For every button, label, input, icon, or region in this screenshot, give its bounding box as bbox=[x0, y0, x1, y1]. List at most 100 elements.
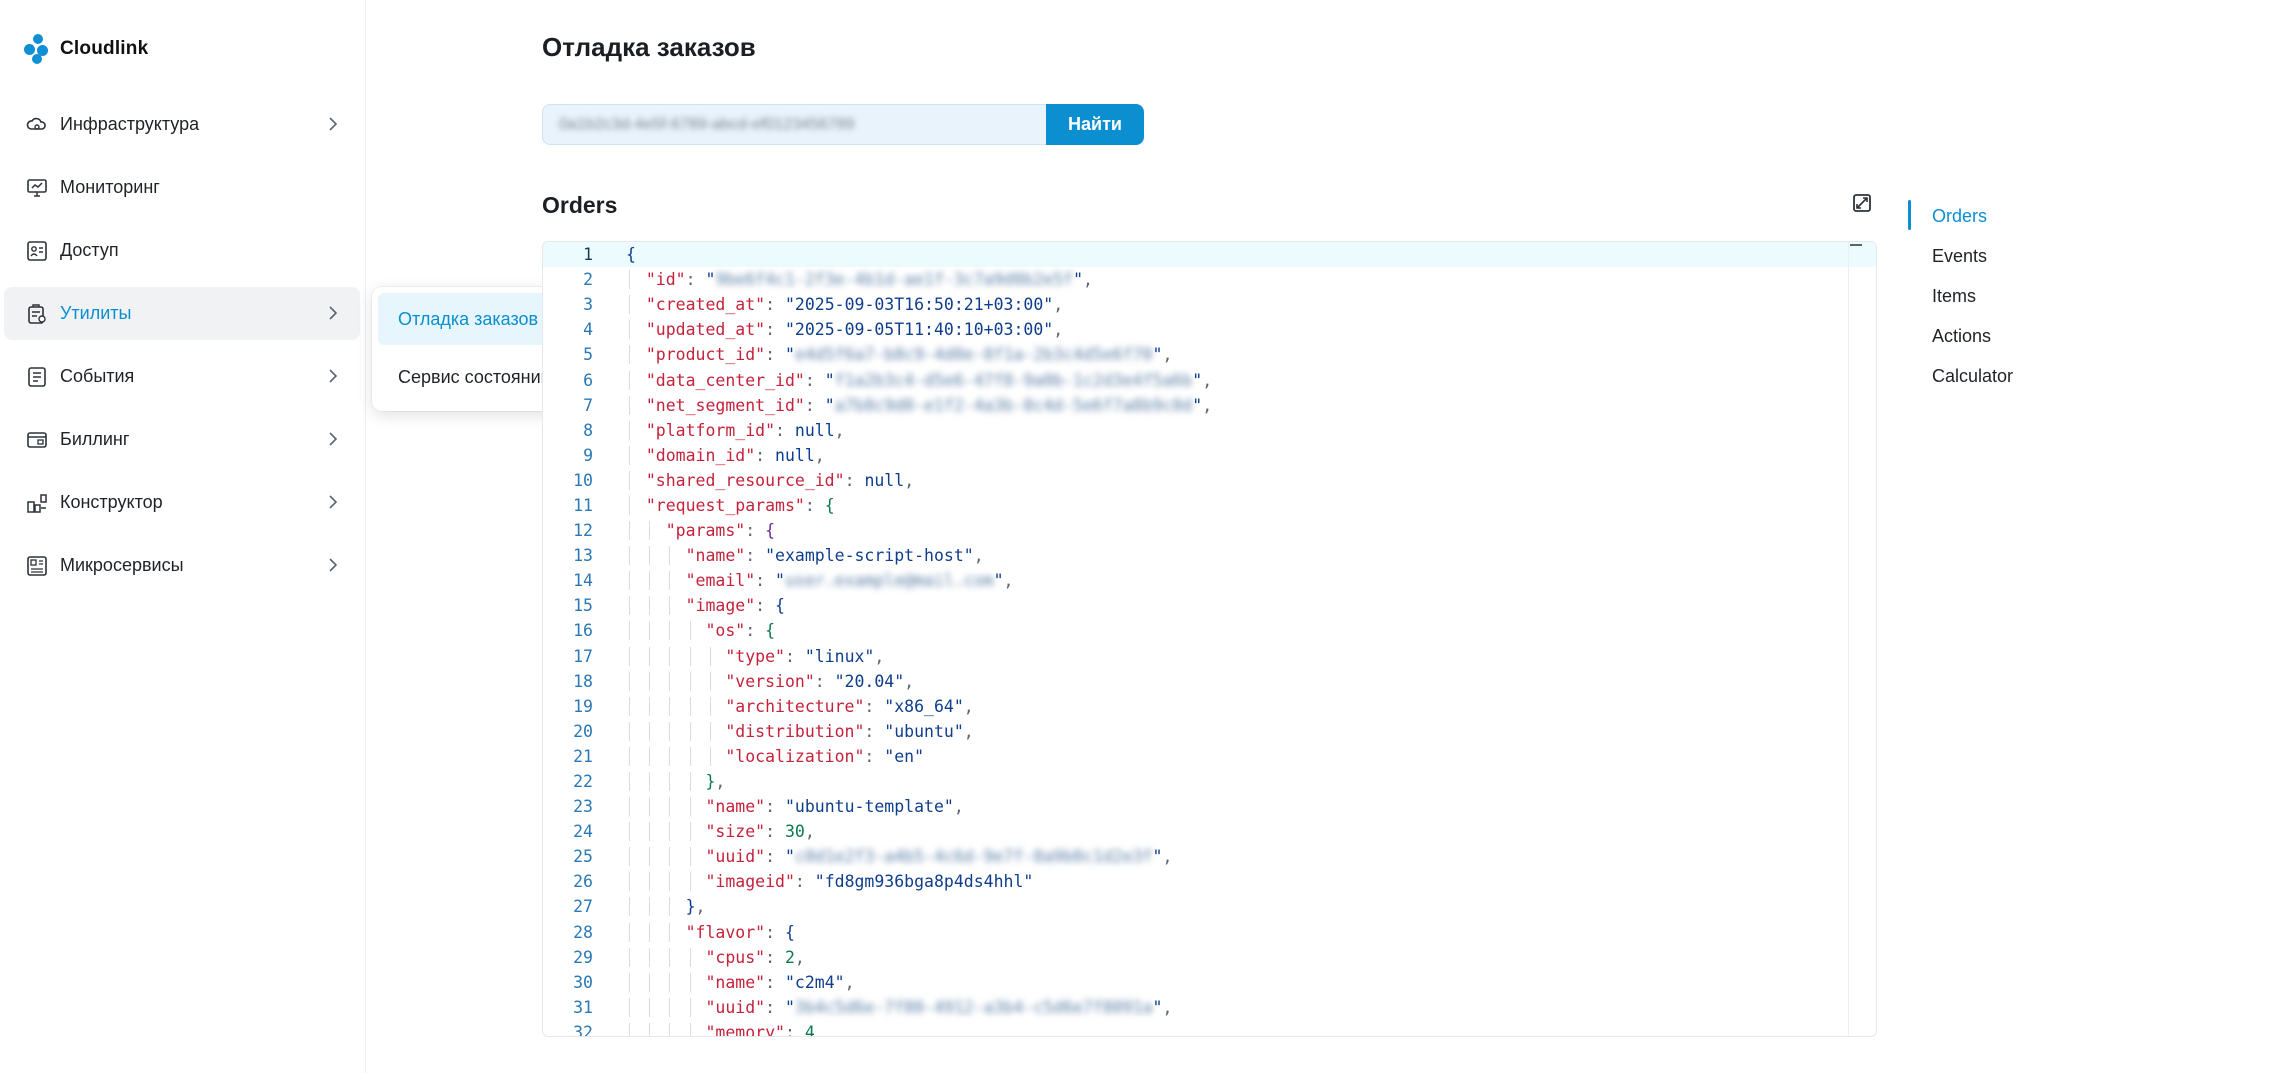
code-token: : bbox=[814, 671, 835, 691]
indent-guide bbox=[689, 797, 691, 817]
code-token: "data_center_id" bbox=[645, 370, 805, 390]
code-token: user.example@mail.com bbox=[784, 571, 994, 591]
toc-item-items[interactable]: Items bbox=[1932, 286, 1976, 307]
code-token: , bbox=[963, 696, 974, 716]
line-number: 9 bbox=[583, 445, 593, 465]
indent-guide bbox=[629, 621, 630, 641]
indent-guide bbox=[629, 495, 630, 515]
line-number: 29 bbox=[573, 947, 593, 967]
code-token: " bbox=[784, 997, 795, 1017]
indent-guide bbox=[669, 571, 671, 591]
indent-guide bbox=[689, 621, 691, 641]
code-token: " bbox=[784, 847, 795, 867]
indent-guide bbox=[629, 370, 630, 390]
search-button[interactable]: Найти bbox=[1046, 104, 1144, 145]
code-token: : bbox=[765, 295, 785, 315]
code-token: " bbox=[824, 395, 835, 415]
code-token: null bbox=[775, 445, 815, 465]
code-token: "shared_resource_id" bbox=[645, 470, 845, 490]
code-token: 4 bbox=[804, 1022, 815, 1036]
line-number: 8 bbox=[583, 420, 593, 440]
code-text: "cpus": 2, bbox=[593, 947, 1876, 967]
code-line: 23 "name": "ubuntu-template", bbox=[543, 794, 1876, 819]
code-token: : bbox=[804, 395, 825, 415]
expand-icon[interactable] bbox=[1852, 193, 1872, 213]
indent-guide bbox=[649, 546, 651, 566]
code-token: "imageid" bbox=[705, 872, 795, 892]
code-token: null bbox=[864, 470, 905, 490]
microservices-icon bbox=[26, 555, 48, 577]
brand-logo[interactable]: Cloudlink bbox=[24, 34, 148, 64]
code-line: 12 "params": { bbox=[543, 518, 1876, 543]
code-text: "platform_id": null, bbox=[593, 420, 1876, 440]
sidebar-item-3[interactable]: Утилиты bbox=[4, 287, 360, 340]
indent-guide bbox=[629, 546, 630, 566]
utilities-icon bbox=[26, 303, 48, 325]
code-token: } bbox=[705, 772, 716, 792]
sidebar-item-1[interactable]: Мониторинг bbox=[4, 161, 360, 214]
indent-guide bbox=[669, 847, 671, 867]
code-token: "distribution" bbox=[725, 721, 865, 741]
sidebar-item-2[interactable]: Доступ bbox=[4, 224, 360, 277]
indent-guide bbox=[649, 847, 651, 867]
editor-scrollbar-thumb[interactable] bbox=[1850, 244, 1862, 246]
indent-guide bbox=[669, 746, 671, 766]
sidebar-item-0[interactable]: Инфраструктура bbox=[4, 98, 360, 151]
code-line: 11 "request_params": { bbox=[543, 493, 1876, 518]
code-token: , bbox=[904, 470, 915, 490]
code-text: "name": "example-script-host", bbox=[593, 546, 1876, 566]
chevron-right-icon bbox=[329, 306, 338, 320]
code-token: " bbox=[705, 270, 716, 290]
indent-guide bbox=[689, 646, 691, 666]
line-number: 7 bbox=[583, 395, 593, 415]
sidebar-item-4[interactable]: События bbox=[4, 350, 360, 403]
indent-guide bbox=[629, 320, 630, 340]
indent-guide bbox=[689, 746, 691, 766]
sidebar-item-label: Конструктор bbox=[60, 492, 163, 512]
toc-item-calculator[interactable]: Calculator bbox=[1932, 366, 2013, 387]
code-token: " bbox=[1192, 370, 1203, 390]
sidebar-item-6[interactable]: Конструктор bbox=[4, 476, 360, 529]
billing-icon bbox=[26, 429, 48, 451]
code-token: : bbox=[755, 596, 776, 616]
indent-guide bbox=[669, 947, 671, 967]
code-line: 2 "id": "9be6f4c1-2f3e-4b1d-ae1f-3c7a9d0… bbox=[543, 267, 1876, 292]
line-number: 31 bbox=[573, 997, 593, 1017]
toc-item-actions[interactable]: Actions bbox=[1932, 326, 1991, 347]
json-code-editor[interactable]: 1{2 "id": "9be6f4c1-2f3e-4b1d-ae1f-3c7a9… bbox=[542, 241, 1877, 1037]
code-text: "params": { bbox=[593, 521, 1876, 541]
chevron-right-icon bbox=[329, 369, 338, 383]
indent-guide bbox=[649, 746, 651, 766]
toc-item-events[interactable]: Events bbox=[1932, 246, 1987, 267]
code-token: : bbox=[775, 420, 795, 440]
code-token: "updated_at" bbox=[645, 320, 766, 340]
indent-guide bbox=[709, 746, 711, 766]
code-text: "created_at": "2025-09-03T16:50:21+03:00… bbox=[593, 295, 1876, 315]
code-token: : bbox=[794, 872, 815, 892]
page-title: Отладка заказов bbox=[542, 32, 756, 62]
search-input[interactable]: 0a1b2c3d-4e5f-6789-abcd-ef0123456789 bbox=[542, 104, 1047, 145]
code-text: "request_params": { bbox=[593, 495, 1876, 515]
code-token: "type" bbox=[725, 646, 785, 666]
indent-guide bbox=[689, 947, 691, 967]
indent-guide bbox=[669, 621, 671, 641]
line-number: 16 bbox=[573, 621, 593, 641]
editor-scrollbar[interactable] bbox=[1848, 242, 1866, 1036]
sidebar-item-label: Биллинг bbox=[60, 429, 130, 449]
code-token: "image" bbox=[685, 596, 756, 616]
indent-guide bbox=[629, 521, 630, 541]
toc-item-orders[interactable]: Orders bbox=[1932, 206, 1987, 227]
code-text: }, bbox=[593, 772, 1876, 792]
code-token: : bbox=[784, 1022, 805, 1036]
indent-guide bbox=[649, 671, 651, 691]
indent-guide bbox=[689, 721, 691, 741]
code-token: "localization" bbox=[725, 746, 865, 766]
sidebar-item-7[interactable]: Микросервисы bbox=[4, 539, 360, 592]
sidebar-item-5[interactable]: Биллинг bbox=[4, 413, 360, 466]
code-line: 17 "type": "linux", bbox=[543, 644, 1876, 669]
code-token: , bbox=[874, 646, 885, 666]
code-token: , bbox=[844, 972, 855, 992]
code-line: 20 "distribution": "ubuntu", bbox=[543, 719, 1876, 744]
indent-guide bbox=[629, 797, 630, 817]
line-number: 20 bbox=[573, 721, 593, 741]
